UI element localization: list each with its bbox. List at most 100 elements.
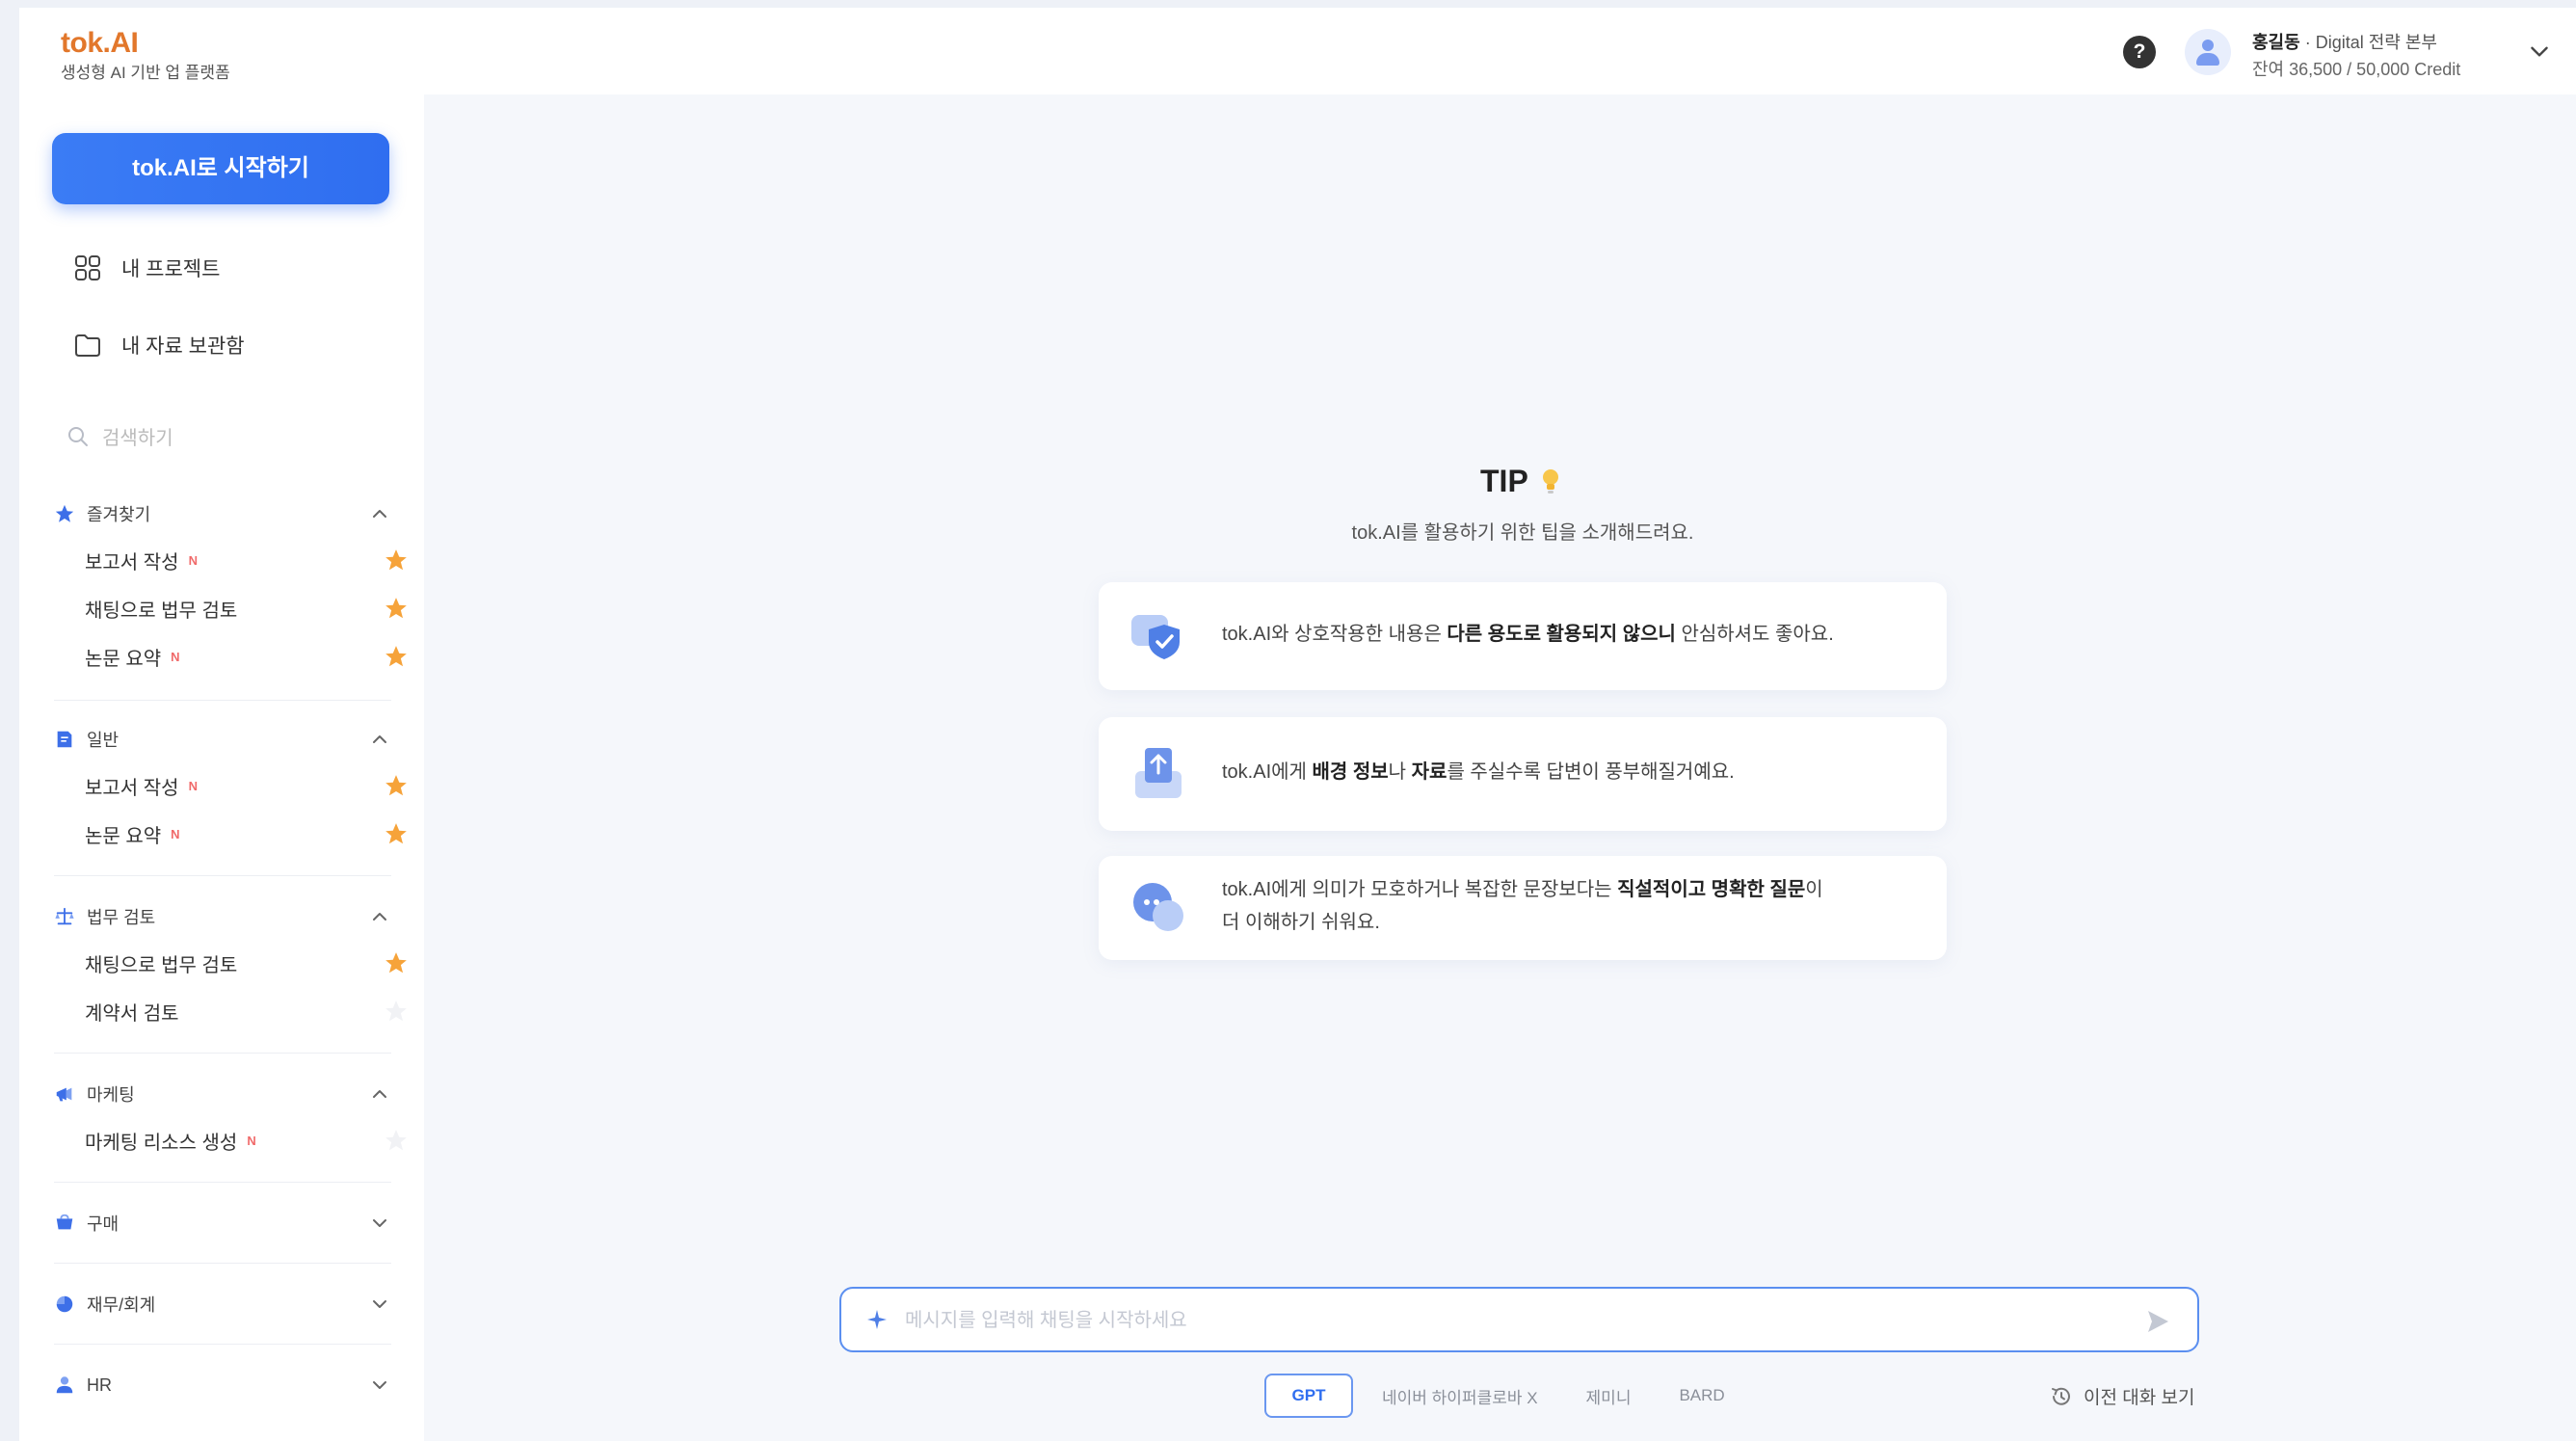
tip-title: TIP	[1480, 464, 1528, 498]
star-icon[interactable]	[384, 821, 409, 846]
chevron-up-icon[interactable]	[368, 502, 391, 525]
list-item[interactable]: 마케팅 리소스 생성 N	[85, 1122, 411, 1159]
doc-icon	[57, 731, 72, 748]
user-info: 홍길동 · Digital 전략 본부	[2252, 29, 2437, 54]
sidebar-search[interactable]: 검색하기	[66, 422, 173, 450]
sidebar-item-my-archive[interactable]: 내 자료 보관함	[73, 326, 245, 364]
section-label: 법무 검토	[87, 908, 156, 927]
message-input[interactable]	[905, 1304, 2100, 1337]
section-hr[interactable]: HR	[54, 1369, 391, 1401]
star-icon[interactable]	[384, 644, 409, 669]
section-purchasing[interactable]: 구매	[54, 1207, 391, 1240]
tip-text: tok.AI에게 의미가 모호하거나 복잡한 문장보다는 직설적이고 명확한 질…	[1222, 873, 1823, 906]
section-label: 일반	[87, 731, 120, 750]
star-outline-icon[interactable]	[384, 999, 409, 1024]
star-icon[interactable]	[384, 596, 409, 621]
start-tokai-button[interactable]: tok.AI로 시작하기	[52, 133, 389, 204]
divider	[54, 1344, 391, 1345]
person-icon	[56, 1376, 73, 1394]
avatar[interactable]	[2185, 29, 2231, 75]
logo-title[interactable]: tok.AI	[61, 27, 139, 60]
tip-subtitle: tok.AI를 활용하기 위한 팁을 소개해드려요.	[1351, 522, 1694, 544]
item-label: 보고서 작성	[85, 551, 179, 574]
search-placeholder: 검색하기	[102, 428, 173, 449]
tip-text-emphasis: 배경 정보	[1312, 761, 1389, 783]
tip-text-part: tok.AI와 상호작용한 내용은	[1222, 624, 1447, 645]
user-department: Digital 전략 본부	[2315, 33, 2437, 52]
previous-chats-link[interactable]: 이전 대화 보기	[2049, 1383, 2194, 1409]
item-label: 논문 요약	[85, 825, 162, 847]
divider	[54, 1263, 391, 1264]
sidebar: tok.AI로 시작하기 내 프로젝트 내 자료 보관함 검색하기 즐겨찾기 보…	[19, 94, 424, 1441]
section-label: 구매	[87, 1214, 120, 1234]
star-icon[interactable]	[384, 773, 409, 798]
item-label: 논문 요약	[85, 648, 162, 670]
avatar-body-shape	[2196, 53, 2219, 66]
star-icon[interactable]	[384, 547, 409, 573]
chevron-up-icon[interactable]	[368, 728, 391, 751]
chevron-up-icon[interactable]	[368, 1082, 391, 1106]
top-bar: tok.AI 생성형 AI 기반 업 플랫폼 ? 홍길동 · Digital 전…	[19, 8, 2576, 94]
document-upload-icon	[1135, 748, 1182, 798]
chevron-up-icon[interactable]	[368, 905, 391, 928]
scale-icon	[55, 907, 74, 925]
grid-icon	[75, 255, 100, 280]
tip-text-line2: 더 이해하기 쉬워요.	[1222, 912, 1380, 933]
shield-icon	[1131, 615, 1180, 659]
chevron-down-icon[interactable]	[368, 1212, 391, 1235]
list-item[interactable]: 계약서 검토	[85, 993, 411, 1029]
list-item[interactable]: 채팅으로 법무 검토	[85, 590, 411, 627]
item-label: 채팅으로 법무 검토	[85, 954, 238, 976]
star-outline-icon[interactable]	[384, 1128, 409, 1153]
section-general[interactable]: 일반	[54, 723, 391, 756]
section-label: 즐겨찾기	[87, 505, 151, 524]
list-item[interactable]: 보고서 작성 N	[85, 767, 411, 804]
chevron-down-icon[interactable]	[368, 1374, 391, 1397]
sparkle-icon	[867, 1310, 887, 1329]
chat-input-box[interactable]	[839, 1287, 2199, 1352]
new-badge: N	[188, 552, 198, 568]
item-label: 마케팅 리소스 생성	[85, 1132, 238, 1154]
chevron-down-icon[interactable]	[368, 1293, 391, 1316]
divider	[54, 1053, 391, 1054]
section-label: 마케팅	[87, 1085, 135, 1105]
sidebar-item-label: 내 자료 보관함	[121, 335, 245, 358]
sidebar-item-my-projects[interactable]: 내 프로젝트	[73, 249, 220, 287]
list-item[interactable]: 채팅으로 법무 검토	[85, 945, 411, 981]
tip-text-part: 안심하셔도 좋아요.	[1675, 624, 1834, 645]
list-item[interactable]: 논문 요약 N	[85, 638, 411, 675]
new-badge: N	[188, 778, 198, 793]
new-badge: N	[171, 649, 180, 664]
send-icon[interactable]	[2143, 1307, 2172, 1336]
logo-subtitle: 생성형 AI 기반 업 플랫폼	[61, 64, 230, 82]
tip-text-emphasis: 직설적이고 명확한 질문	[1617, 879, 1806, 900]
section-marketing[interactable]: 마케팅	[54, 1078, 391, 1110]
list-item[interactable]: 보고서 작성 N	[85, 542, 411, 578]
tip-card-privacy: tok.AI와 상호작용한 내용은 다른 용도로 활용되지 않으니 안심하셔도 …	[1099, 582, 1947, 690]
section-legal-review[interactable]: 법무 검토	[54, 900, 391, 933]
tip-card-clarity: tok.AI에게 의미가 모호하거나 복잡한 문장보다는 직설적이고 명확한 질…	[1099, 856, 1947, 960]
search-icon	[68, 426, 88, 446]
tab-gemini[interactable]: 제미니	[1586, 1384, 1632, 1408]
tab-bard[interactable]: BARD	[1679, 1386, 1724, 1405]
chat-bubble-icon	[1133, 883, 1183, 931]
help-button[interactable]: ?	[2123, 36, 2156, 68]
lightbulb-icon	[1543, 469, 1558, 494]
chart-icon	[56, 1295, 73, 1313]
new-badge: N	[247, 1133, 256, 1148]
list-item[interactable]: 논문 요약 N	[85, 815, 411, 852]
tip-text-part: 이	[1805, 879, 1823, 900]
cart-icon	[56, 1214, 73, 1230]
tip-text-part: 를 주실수록 답변이 풍부해질거예요.	[1447, 761, 1735, 783]
tab-gpt[interactable]: GPT	[1264, 1374, 1353, 1418]
item-label: 채팅으로 법무 검토	[85, 600, 238, 622]
chevron-down-icon[interactable]	[2527, 39, 2552, 64]
tab-hyperclova-x[interactable]: 네이버 하이퍼클로바 X	[1382, 1384, 1538, 1408]
star-icon[interactable]	[384, 950, 409, 975]
section-favorites[interactable]: 즐겨찾기	[54, 497, 391, 530]
user-name: 홍길동	[2252, 33, 2300, 52]
section-finance[interactable]: 재무/회계	[54, 1288, 391, 1321]
tip-text: tok.AI에게 배경 정보나 자료를 주실수록 답변이 풍부해질거예요.	[1222, 756, 1735, 788]
new-badge: N	[171, 826, 180, 841]
separator-dot: ·	[2304, 33, 2316, 52]
